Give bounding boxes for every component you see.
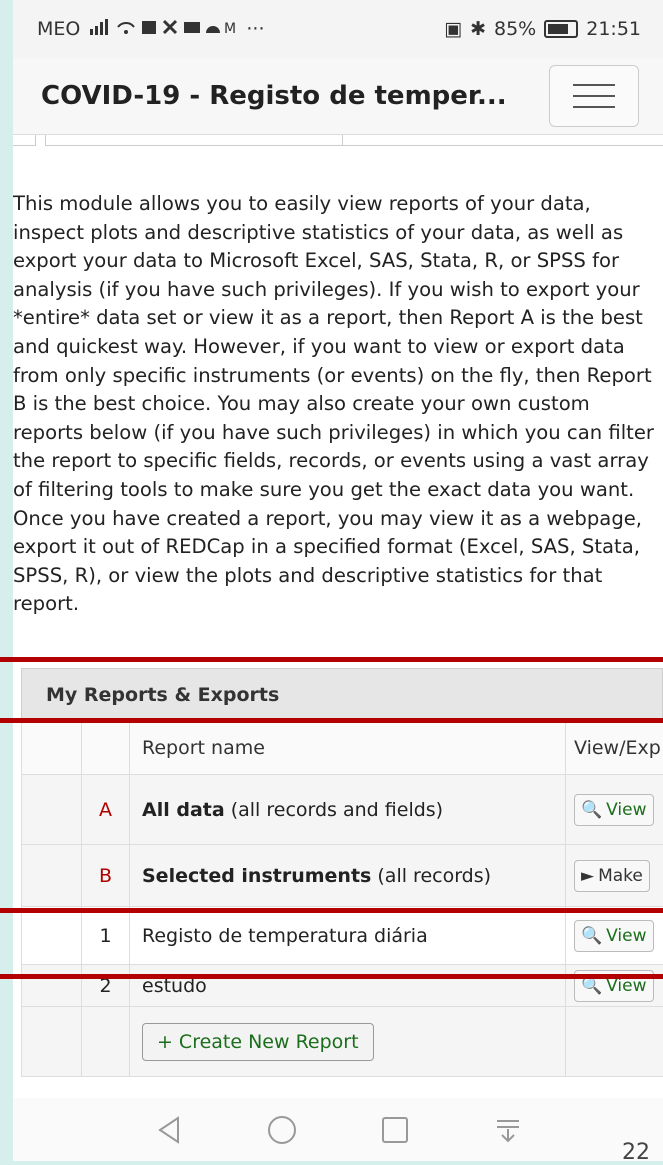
highlight-line (0, 974, 663, 979)
panel-title: My Reports & Exports (21, 668, 663, 721)
svg-text:M: M (224, 21, 238, 37)
android-navigation-bar (13, 1098, 663, 1161)
app-navbar: COVID-19 - Registo de temper... (13, 58, 663, 135)
column-report-name: Report name (130, 722, 566, 775)
column-view-export: View/Exp (566, 722, 663, 775)
table-row: 1 Registo de temperatura diária 🔍View (22, 907, 663, 965)
clock: 21:51 (586, 18, 641, 40)
reports-table: Report name View/Exp A All data (all rec… (21, 721, 663, 1077)
notifications-pulldown-icon[interactable] (451, 1115, 564, 1145)
report-name[interactable]: estudo (130, 965, 566, 1007)
tab[interactable] (45, 135, 343, 146)
search-icon: 🔍 (581, 926, 602, 946)
report-name[interactable]: All data (all records and fields) (130, 775, 566, 845)
phone-screen: MEO M ··· ▣ ✱ 85% 21:51 (13, 0, 663, 1161)
battery-percent: 85% (494, 18, 536, 40)
table-row: 2 estudo 🔍View (22, 965, 663, 1007)
back-icon[interactable] (112, 1115, 225, 1145)
report-id: B (82, 845, 130, 907)
highlight-line (0, 908, 663, 913)
create-new-report-button[interactable]: +Create New Report (142, 1023, 374, 1061)
menu-icon[interactable] (549, 65, 639, 127)
search-icon: 🔍 (581, 800, 602, 820)
view-button[interactable]: 🔍View (574, 920, 654, 952)
notification-icons: M (88, 17, 238, 42)
view-button[interactable]: 🔍View (574, 794, 654, 826)
table-row: A All data (all records and fields) 🔍Vie… (22, 775, 663, 845)
tab-strip (13, 135, 663, 153)
intro-text: This module allows you to easily view re… (13, 190, 663, 619)
cursor-icon: ► (581, 866, 594, 886)
recents-icon[interactable] (338, 1116, 451, 1144)
carrier-label: MEO (37, 18, 80, 40)
highlight-line (0, 718, 663, 723)
reports-panel: My Reports & Exports Report name View/Ex… (21, 668, 663, 1077)
nfc-icon: ▣ (444, 18, 462, 40)
table-header-row: Report name View/Exp (22, 722, 663, 775)
more-icon: ··· (246, 18, 264, 40)
table-row: B Selected instruments (all records) ►Ma… (22, 845, 663, 907)
page-title: COVID-19 - Registo de temper... (41, 81, 507, 111)
make-button[interactable]: ►Make (574, 860, 650, 892)
battery-icon (544, 20, 578, 38)
status-bar: MEO M ··· ▣ ✱ 85% 21:51 (13, 0, 663, 58)
page-number: 22 (622, 1140, 650, 1165)
home-icon[interactable] (225, 1114, 338, 1146)
bluetooth-icon: ✱ (470, 18, 486, 40)
report-id: 2 (82, 965, 130, 1007)
report-id: 1 (82, 907, 130, 965)
report-name[interactable]: Selected instruments (all records) (130, 845, 566, 907)
report-id: A (82, 775, 130, 845)
plus-icon: + (157, 1031, 173, 1053)
table-row: +Create New Report (22, 1007, 663, 1077)
report-name[interactable]: Registo de temperatura diária (130, 907, 566, 965)
highlight-line (0, 657, 663, 662)
